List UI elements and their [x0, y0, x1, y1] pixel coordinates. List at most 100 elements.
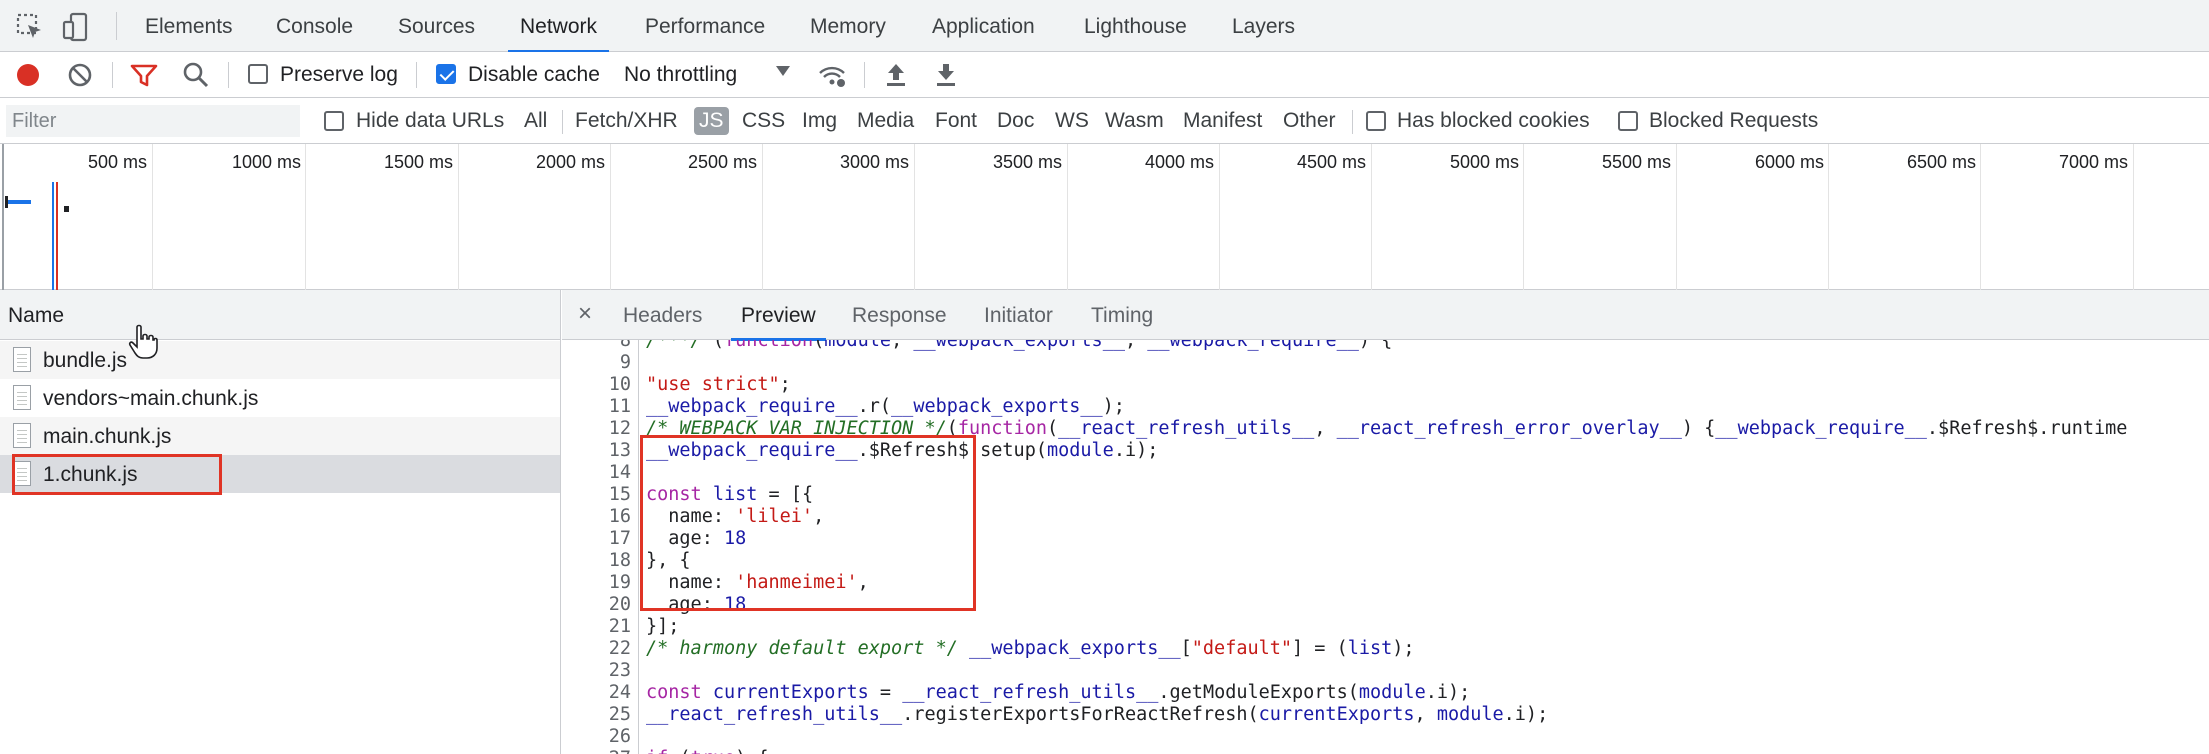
- filter-icon[interactable]: [128, 59, 160, 91]
- tab-sources[interactable]: Sources: [398, 0, 475, 52]
- filter-input[interactable]: [6, 105, 300, 137]
- hand-cursor-icon: [128, 324, 158, 359]
- preserve-log-checkbox[interactable]: [248, 64, 268, 84]
- clear-icon[interactable]: [64, 59, 96, 91]
- tab-response[interactable]: Response: [852, 290, 947, 340]
- line-number: 14: [608, 462, 631, 483]
- filter-separator: [562, 110, 563, 134]
- inspect-element-icon[interactable]: [14, 11, 46, 43]
- line-number: 13: [608, 440, 631, 461]
- type-filter-all[interactable]: All: [524, 98, 547, 144]
- blocked-requests-checkbox[interactable]: [1618, 111, 1638, 131]
- timeline-tick-label: 1500 ms: [383, 152, 453, 172]
- timeline-gridline: [610, 144, 611, 290]
- request-row[interactable]: bundle.js: [0, 341, 560, 379]
- tab-console[interactable]: Console: [276, 0, 353, 52]
- file-icon: [13, 385, 31, 410]
- code-line: __react_refresh_utils__.registerExportsF…: [646, 704, 1549, 725]
- toolbar-separator: [416, 62, 417, 88]
- code-line: __webpack_require__.r(__webpack_exports_…: [646, 396, 1125, 417]
- filter-separator: [1352, 110, 1353, 134]
- timeline-request-bars: [2, 144, 69, 290]
- type-filter-media[interactable]: Media: [857, 98, 914, 144]
- type-filter-fetch-xhr[interactable]: Fetch/XHR: [575, 98, 678, 144]
- timeline-gridline: [2133, 144, 2134, 290]
- has-blocked-cookies-checkbox[interactable]: [1366, 111, 1386, 131]
- request-name: main.chunk.js: [43, 425, 172, 448]
- record-icon[interactable]: [12, 59, 44, 91]
- line-number: 20: [608, 594, 631, 615]
- type-filter-other[interactable]: Other: [1283, 98, 1336, 144]
- type-filter-css[interactable]: CSS: [742, 98, 785, 144]
- timeline-gridline: [1828, 144, 1829, 290]
- devtools-tab-bar: Elements Console Sources Network Perform…: [0, 0, 2209, 53]
- tab-headers[interactable]: Headers: [623, 290, 702, 340]
- chevron-down-icon[interactable]: [776, 66, 790, 76]
- line-number: 16: [608, 506, 631, 527]
- request-detail-panel: × Headers Preview Response Initiator Tim…: [562, 290, 2209, 754]
- tab-network[interactable]: Network: [507, 0, 610, 53]
- line-number-gutter: 8 9 10 11 12 13 14 15 16 17 18 19 20 21 …: [562, 340, 639, 754]
- tab-layers[interactable]: Layers: [1232, 0, 1295, 52]
- throttling-select[interactable]: No throttling: [624, 52, 737, 98]
- timeline-tick-label: 6500 ms: [1906, 152, 1976, 172]
- line-number: 18: [608, 550, 631, 571]
- tab-preview[interactable]: Preview: [731, 290, 826, 341]
- detail-tab-bar: × Headers Preview Response Initiator Tim…: [562, 290, 2209, 341]
- code-line: }];: [646, 616, 680, 637]
- export-har-icon[interactable]: [930, 59, 962, 91]
- line-number: 25: [608, 704, 631, 725]
- timeline-gridline: [1067, 144, 1068, 290]
- request-name: vendors~main.chunk.js: [43, 387, 259, 410]
- type-filter-ws[interactable]: WS: [1055, 98, 1089, 144]
- tab-elements[interactable]: Elements: [145, 0, 233, 52]
- timeline-gridline: [1219, 144, 1220, 290]
- timeline-tick-label: 1000 ms: [231, 152, 301, 172]
- timeline-gridline: [305, 144, 306, 290]
- line-number: 19: [608, 572, 631, 593]
- timeline-gridline: [458, 144, 459, 290]
- hide-data-urls-label: Hide data URLs: [356, 109, 505, 132]
- line-number: 17: [608, 528, 631, 549]
- type-filter-font[interactable]: Font: [935, 98, 977, 144]
- tab-lighthouse[interactable]: Lighthouse: [1084, 0, 1187, 52]
- network-overview-timeline[interactable]: 500 ms 1000 ms 1500 ms 2000 ms 2500 ms 3…: [0, 144, 2209, 290]
- type-filter-img[interactable]: Img: [802, 98, 837, 144]
- line-number: 8: [619, 340, 631, 351]
- tab-application[interactable]: Application: [932, 0, 1035, 52]
- disable-cache-checkbox[interactable]: [436, 64, 456, 84]
- line-number: 26: [608, 726, 631, 747]
- request-row[interactable]: main.chunk.js: [0, 417, 560, 455]
- request-row[interactable]: vendors~main.chunk.js: [0, 379, 560, 417]
- timeline-gridline: [152, 144, 153, 290]
- network-conditions-icon[interactable]: [816, 59, 848, 91]
- timeline-tick-label: 5000 ms: [1449, 152, 1519, 172]
- device-toolbar-icon[interactable]: [60, 11, 92, 43]
- line-number: 22: [608, 638, 631, 659]
- tab-timing[interactable]: Timing: [1091, 290, 1153, 340]
- search-icon[interactable]: [180, 59, 212, 91]
- line-number: 9: [619, 352, 631, 373]
- type-filter-wasm[interactable]: Wasm: [1105, 98, 1164, 144]
- line-number: 10: [608, 374, 631, 395]
- type-filter-manifest[interactable]: Manifest: [1183, 98, 1262, 144]
- request-name: 1.chunk.js: [43, 463, 138, 486]
- toolbar-separator: [112, 62, 113, 88]
- tab-memory[interactable]: Memory: [810, 0, 886, 52]
- timeline-tick-label: 3500 ms: [992, 152, 1062, 172]
- import-har-icon[interactable]: [880, 59, 912, 91]
- type-filter-js[interactable]: JS: [694, 107, 729, 135]
- request-row-selected[interactable]: 1.chunk.js: [0, 455, 560, 493]
- name-column-header[interactable]: Name: [0, 290, 560, 340]
- request-list: Name bundle.js vendors~main.chunk.js mai…: [0, 290, 561, 754]
- tab-initiator[interactable]: Initiator: [984, 290, 1053, 340]
- disable-cache-label: Disable cache: [468, 63, 600, 86]
- timeline-tick-label: 2500 ms: [687, 152, 757, 172]
- tab-performance[interactable]: Performance: [645, 0, 765, 52]
- type-filter-doc[interactable]: Doc: [997, 98, 1034, 144]
- request-name: bundle.js: [43, 349, 128, 372]
- close-icon[interactable]: ×: [578, 300, 592, 328]
- toolbar-separator: [864, 62, 865, 88]
- hide-data-urls-checkbox[interactable]: [324, 111, 344, 131]
- code-preview[interactable]: 8 9 10 11 12 13 14 15 16 17 18 19 20 21 …: [562, 340, 2209, 754]
